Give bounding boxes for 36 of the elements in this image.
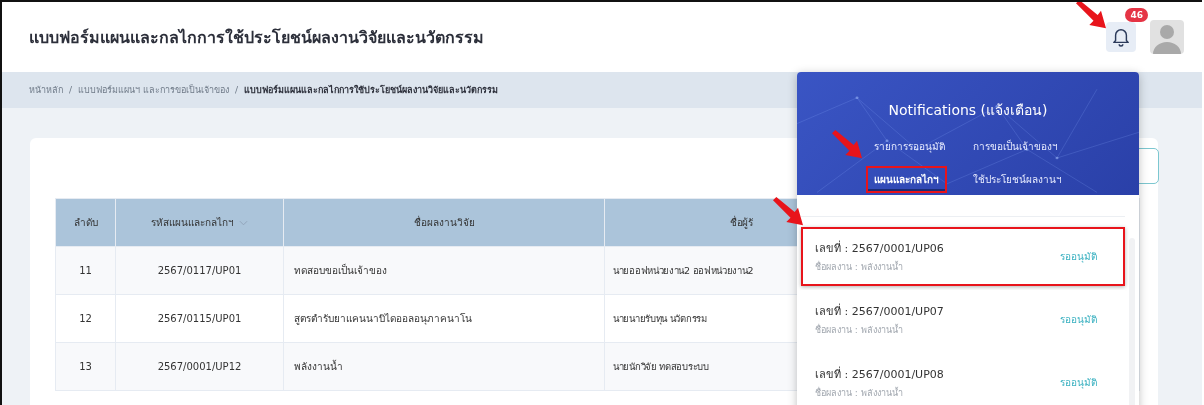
notification-subtitle: ชื่อผลงาน : พลังงานน้ำ bbox=[815, 260, 904, 274]
tab[interactable]: การขอเป็นเจ้าของฯ bbox=[965, 133, 1066, 160]
column-header[interactable]: รหัสแผนและกลไกฯ bbox=[115, 198, 284, 247]
breadcrumb-separator: / bbox=[234, 85, 238, 95]
status-label: รออนุมัติ bbox=[1060, 250, 1097, 264]
status-label: รออนุมัติ bbox=[1060, 313, 1097, 327]
notification-item[interactable]: เลขที่ : 2567/0001/UP06 ชื่อผลงาน : พลังงานน้ำ รออนุมัติ bbox=[801, 227, 1125, 286]
tab[interactable]: แผนและกลไกฯ bbox=[866, 166, 947, 193]
tab[interactable]: รายการรออนุมัติ bbox=[866, 133, 953, 160]
table-cell: 2567/0117/UP01 bbox=[115, 246, 284, 295]
notification-button[interactable] bbox=[1106, 22, 1136, 52]
table-cell: 13 bbox=[55, 342, 116, 391]
table-cell: 2567/0115/UP01 bbox=[115, 294, 284, 343]
table-cell: 12 bbox=[55, 294, 116, 343]
notification-number: เลขที่ : 2567/0001/UP07 bbox=[815, 302, 944, 320]
page-title: แบบฟอร์มแผนและกลไกการใช้ประโยชน์ผลงานวิจัยและนวัตกรรม bbox=[29, 26, 484, 49]
column-header: ลำดับ bbox=[55, 198, 116, 247]
panel-title: Notifications (แจ้งเตือน) bbox=[888, 101, 1048, 120]
table-cell: สูตรตำรับยาแคนนาบิไดออลอนุภาคนาโน bbox=[283, 294, 605, 343]
notification-number: เลขที่ : 2567/0001/UP08 bbox=[815, 365, 944, 383]
table-cell: 11 bbox=[55, 246, 116, 295]
table-cell: พลังงานน้ำ bbox=[283, 342, 605, 391]
breadcrumb-link[interactable]: แบบฟอร์มแผนฯ และการขอเป็นเจ้าของ bbox=[78, 83, 229, 97]
column-header: ชื่อผลงานวิจัย bbox=[283, 198, 605, 247]
avatar[interactable] bbox=[1150, 20, 1184, 54]
tab[interactable]: ใช้ประโยชน์ผลงานฯ bbox=[965, 166, 1070, 193]
notification-count: 46 bbox=[1125, 8, 1148, 22]
breadcrumb-separator: / bbox=[69, 85, 73, 95]
table-cell: 2567/0001/UP12 bbox=[115, 342, 284, 391]
breadcrumb-current: แบบฟอร์มแผนและกลไกการใช้ประโยชน์ผลงานวิจัยและนวัตกรรม bbox=[243, 83, 498, 97]
sort-caret-icon[interactable] bbox=[239, 220, 248, 226]
status-label: รออนุมัติ bbox=[1060, 376, 1097, 390]
table-cell: ทดสอบขอเป็นเจ้าของ bbox=[283, 246, 605, 295]
breadcrumb-link[interactable]: หน้าหลัก bbox=[29, 83, 63, 97]
bell-icon bbox=[1112, 27, 1130, 47]
notification-subtitle: ชื่อผลงาน : พลังงานน้ำ bbox=[815, 323, 904, 337]
